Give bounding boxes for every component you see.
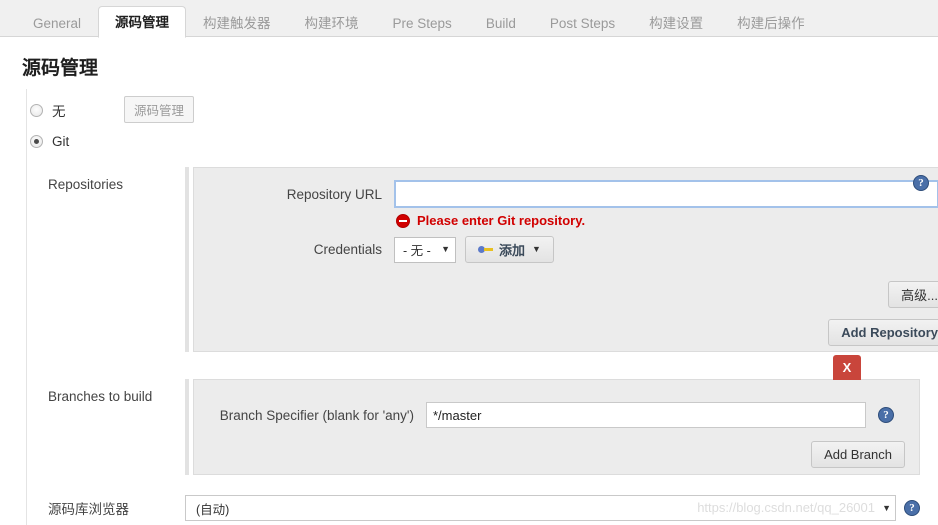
branch-specifier-row: Branch Specifier (blank for 'any') ? [194,402,919,428]
tab-build[interactable]: Build [469,8,533,38]
left-rail-divider [26,89,27,525]
chevron-down-icon-add-credentials: ▼ [532,244,541,254]
branches-section: Branches to build X Branch Specifier (bl… [30,355,920,475]
add-repository-button[interactable]: Add Repository [828,319,938,346]
repository-url-row: Repository URL ? [194,180,938,208]
branch-specifier-input[interactable] [426,402,866,428]
tab-pre-steps[interactable]: Pre Steps [376,8,469,38]
tab-bar: General 源码管理 构建触发器 构建环境 Pre Steps Build … [0,0,938,38]
branch-specifier-label: Branch Specifier (blank for 'any') [219,407,414,423]
scm-section-chip: 源码管理 [124,96,195,123]
tab-build-environment[interactable]: 构建环境 [288,8,376,38]
radio-none[interactable] [30,103,43,117]
repository-url-label: Repository URL [286,186,382,202]
repository-url-error: Please enter Git repository. [396,213,938,228]
branches-divider [185,379,189,475]
help-icon-repository-browser[interactable]: ? [904,500,920,516]
add-repository-button-row: Add Repository [194,319,938,346]
branches-section-label: Branches to build [48,389,153,404]
tab-post-build-actions[interactable]: 构建后操作 [720,8,822,38]
page-title: 源码管理 [22,58,99,79]
page-watermark: https://blog.csdn.net/qq_26001 [697,500,875,515]
help-icon-repositories[interactable]: ? [913,175,929,191]
tab-build-settings[interactable]: 构建设置 [632,8,720,38]
scm-type-radio-group: 无 Git 源码管理 [30,96,910,161]
tab-post-steps[interactable]: Post Steps [533,8,632,38]
add-credentials-label: 添加 [499,243,526,258]
repository-url-error-text: Please enter Git repository. [417,213,586,228]
advanced-button-row: 高级... [194,281,938,308]
repository-browser-selected-value: (自动) [196,502,230,517]
tab-build-triggers[interactable]: 构建触发器 [186,8,288,38]
repositories-section-label: Repositories [48,177,124,192]
add-branch-button[interactable]: Add Branch [811,441,905,468]
key-icon [478,245,493,254]
repository-url-input[interactable] [394,180,938,208]
tab-list: General 源码管理 构建触发器 构建环境 Pre Steps Build … [0,0,938,38]
chevron-down-icon-credentials: ▼ [441,244,450,254]
tab-source-code-management[interactable]: 源码管理 [98,6,187,38]
credentials-select[interactable]: - 无 - ▼ [394,236,456,263]
scm-config-page: 源码管理 无 Git 源码管理 Repositories Repository … [0,37,938,525]
credentials-row: Credentials - 无 - ▼ 添加 ▼ [194,236,938,263]
radio-none-label: 无 [52,104,66,119]
repository-browser-label: 源码库浏览器 [48,502,129,517]
repositories-section: Repositories Repository URL ? Please ent… [30,167,938,352]
credentials-selected-value: - 无 - [403,244,431,258]
error-icon [396,213,410,228]
radio-git-label: Git [52,133,70,149]
branches-panel: X Branch Specifier (blank for 'any') ? A… [193,355,920,475]
delete-branch-button[interactable]: X [833,355,861,380]
repositories-panel: Repository URL ? Please enter Git reposi… [193,167,938,352]
tab-general[interactable]: General [16,8,98,38]
credentials-label: Credentials [313,242,382,257]
scm-option-git[interactable]: Git [30,130,910,152]
radio-git[interactable] [30,134,43,148]
help-icon-branch-specifier[interactable]: ? [878,407,894,423]
repositories-divider [185,167,189,352]
repository-browser-row: 源码库浏览器 (自动) https://blog.csdn.net/qq_260… [30,495,920,521]
add-credentials-button[interactable]: 添加 ▼ [465,236,554,263]
add-branch-button-row: Add Branch [194,441,919,468]
chevron-down-icon-repository-browser: ▼ [882,502,891,513]
repository-browser-select[interactable]: (自动) https://blog.csdn.net/qq_26001 ▼ [185,495,896,521]
advanced-button[interactable]: 高级... [888,281,938,308]
